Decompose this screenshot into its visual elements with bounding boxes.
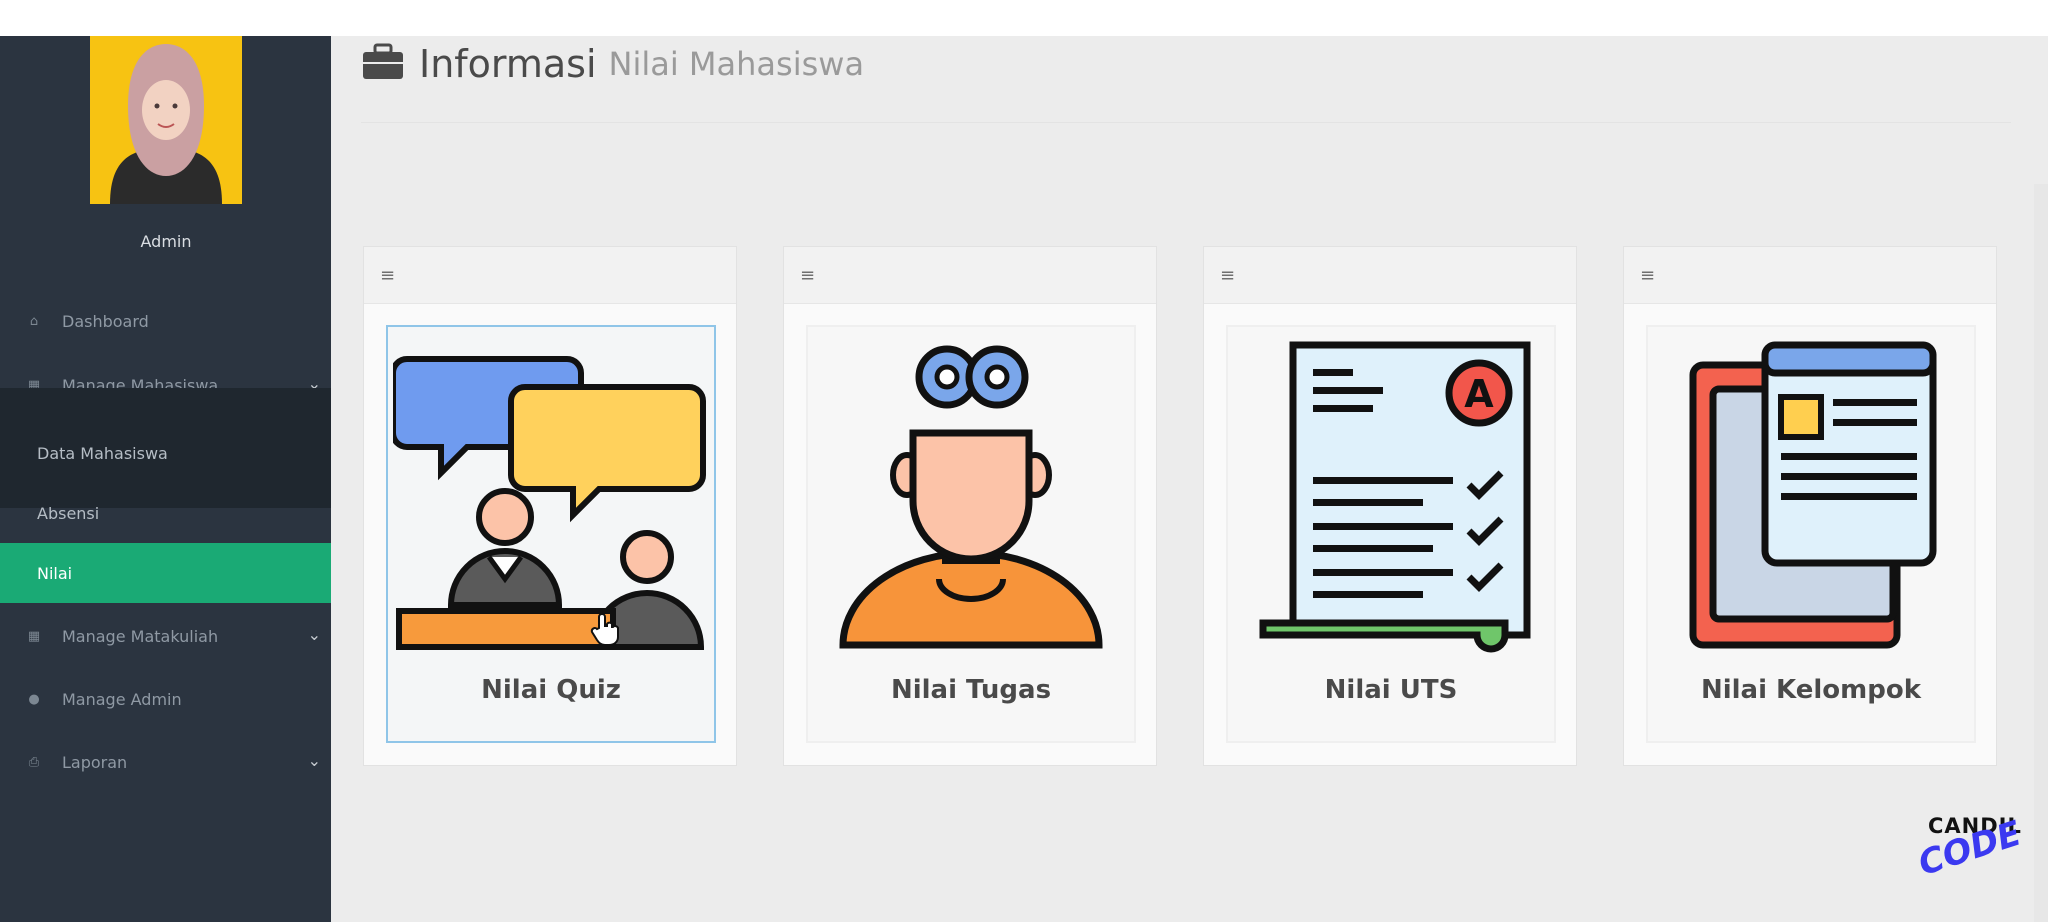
chevron-down-icon: ⌄ xyxy=(307,751,321,770)
card-header: ≡ xyxy=(1204,247,1576,304)
list-icon: ≡ xyxy=(1640,264,1656,286)
sidebar-item-laporan[interactable]: ⎙ Laporan ⌄ xyxy=(0,733,331,791)
print-icon: ⎙ xyxy=(28,754,40,770)
sidebar: Admin ⌂ Dashboard ▦ Manage Mahasiswa ⌄ D… xyxy=(0,36,331,922)
card-label: Nilai Quiz xyxy=(481,675,621,705)
sidebar-item-dashboard[interactable]: ⌂ Dashboard xyxy=(0,292,331,350)
page-header: Informasi Nilai Mahasiswa xyxy=(361,42,864,86)
sidebar-item-label: Laporan xyxy=(62,752,128,772)
card-nilai-tugas: ≡ Nilai Tugas xyxy=(783,246,1157,766)
svg-text:A: A xyxy=(1464,372,1494,416)
card-header: ≡ xyxy=(784,247,1156,304)
card-nilai-kelompok: ≡ Nilai Kelompok xyxy=(1623,246,1997,766)
nilai-uts-tile[interactable]: A Nilai UTS xyxy=(1226,325,1556,743)
list-icon: ≡ xyxy=(800,264,816,286)
top-bar xyxy=(0,0,2048,36)
documents-icon xyxy=(1689,341,1937,649)
sidebar-item-label: Manage Matakuliah xyxy=(62,626,219,646)
nilai-quiz-tile[interactable]: Nilai Quiz xyxy=(386,325,716,743)
card-label: Nilai Kelompok xyxy=(1700,675,1922,705)
divider xyxy=(361,122,2011,123)
main-content: Informasi Nilai Mahasiswa ≡ Nilai Quiz ≡ xyxy=(331,36,2048,922)
sidebar-item-label: Nilai xyxy=(37,563,73,583)
user-icon: ● xyxy=(28,691,40,707)
avatar[interactable] xyxy=(90,36,242,204)
card-label: Nilai UTS xyxy=(1324,675,1458,705)
sidebar-item-manage-matakuliah[interactable]: ▦ Manage Matakuliah ⌄ xyxy=(0,607,331,665)
list-icon: ≡ xyxy=(1220,264,1236,286)
sidebar-item-manage-admin[interactable]: ● Manage Admin xyxy=(0,670,331,728)
card-nilai-quiz: ≡ Nilai Quiz xyxy=(363,246,737,766)
nilai-kelompok-tile[interactable]: Nilai Kelompok xyxy=(1646,325,1976,743)
sidebar-subitem-data-mahasiswa[interactable]: Data Mahasiswa xyxy=(0,423,331,483)
card-header: ≡ xyxy=(364,247,736,304)
sidebar-subitem-absensi[interactable]: Absensi xyxy=(0,483,331,543)
graded-exam-icon: A xyxy=(1259,341,1531,653)
hand-cursor-icon xyxy=(590,613,619,646)
student-thinking-icon xyxy=(839,345,1103,649)
sidebar-subitem-nilai[interactable]: Nilai xyxy=(0,543,331,603)
page-title: Informasi xyxy=(419,42,597,86)
discussion-icon xyxy=(393,356,706,650)
table-icon: ▦ xyxy=(27,628,41,644)
nilai-tugas-tile[interactable]: Nilai Tugas xyxy=(806,325,1136,743)
card-header: ≡ xyxy=(1624,247,1996,304)
list-icon: ≡ xyxy=(380,264,396,286)
user-name: Admin xyxy=(140,232,192,251)
page-subtitle: Nilai Mahasiswa xyxy=(608,45,865,83)
scrollbar[interactable] xyxy=(2034,184,2048,922)
card-nilai-uts: ≡ A Nilai UTS xyxy=(1203,246,1577,766)
sidebar-item-label: Absensi xyxy=(37,503,100,523)
sidebar-item-label: Manage Admin xyxy=(62,689,182,709)
home-icon: ⌂ xyxy=(29,313,39,329)
briefcase-icon xyxy=(361,43,405,85)
chevron-down-icon: ⌄ xyxy=(307,625,321,644)
sidebar-item-label: Dashboard xyxy=(62,311,149,331)
card-label: Nilai Tugas xyxy=(890,675,1052,705)
sidebar-item-label: Data Mahasiswa xyxy=(37,443,168,463)
